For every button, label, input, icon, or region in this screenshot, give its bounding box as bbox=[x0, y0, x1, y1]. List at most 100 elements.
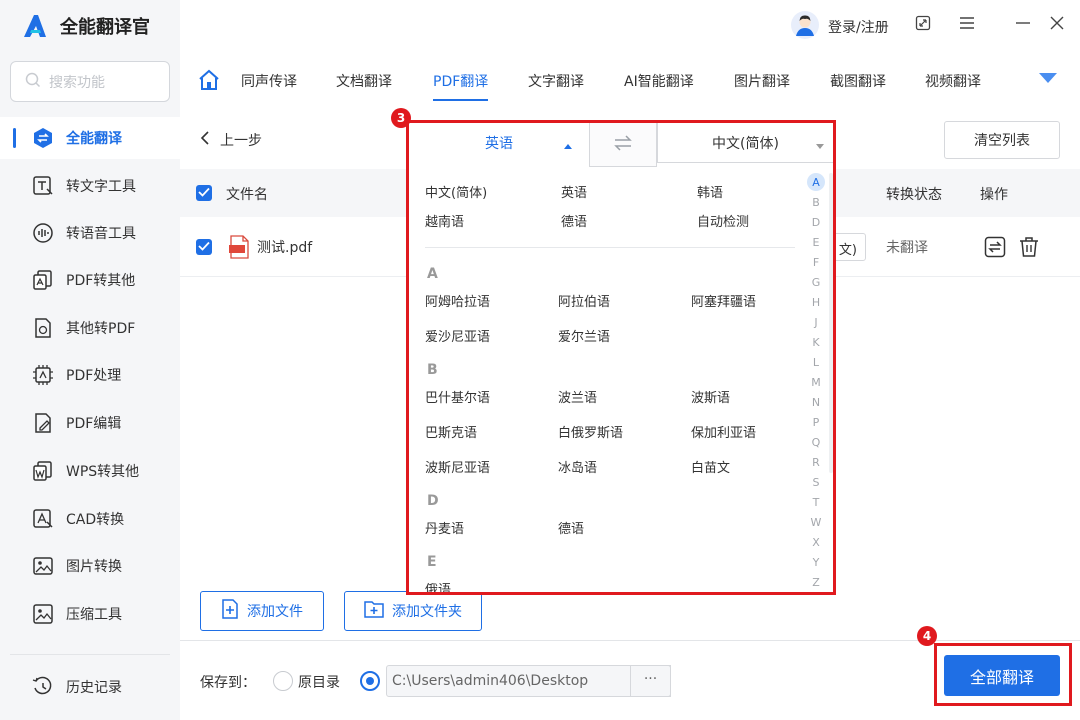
caret-up-icon bbox=[563, 138, 573, 154]
tab-image[interactable]: 图片翻译 bbox=[734, 71, 790, 91]
sidebar-item-history[interactable]: 历史记录 bbox=[0, 666, 180, 708]
swap-languages-button[interactable] bbox=[589, 123, 657, 167]
sidebar-item-text-tool[interactable]: 转文字工具 bbox=[0, 165, 180, 207]
row-convert-button[interactable] bbox=[984, 236, 1006, 262]
alphabet-letter[interactable]: M bbox=[807, 373, 825, 391]
tab-document[interactable]: 文档翻译 bbox=[336, 71, 392, 91]
language-option[interactable]: 俄语 bbox=[425, 579, 451, 592]
compress-icon bbox=[32, 603, 54, 625]
source-language-select[interactable]: 英语 bbox=[409, 123, 589, 163]
language-option[interactable]: 越南语 bbox=[425, 211, 464, 230]
alphabet-letter[interactable]: Q bbox=[807, 433, 825, 451]
language-option[interactable]: 阿拉伯语 bbox=[558, 291, 610, 310]
sidebar-item-translate[interactable]: 全能翻译 bbox=[0, 117, 180, 159]
language-option[interactable]: 阿塞拜疆语 bbox=[691, 291, 756, 310]
more-tabs-button[interactable] bbox=[1038, 72, 1058, 88]
row-delete-button[interactable] bbox=[1018, 236, 1040, 262]
language-option[interactable]: 波兰语 bbox=[558, 387, 597, 406]
select-all-checkbox[interactable] bbox=[196, 185, 212, 201]
sidebar-divider bbox=[10, 654, 170, 655]
sidebar-item-pdf-import[interactable]: 其他转PDF bbox=[0, 307, 180, 349]
tab-ai[interactable]: AI智能翻译 bbox=[624, 71, 694, 91]
search-input[interactable]: 搜索功能 bbox=[10, 61, 170, 102]
language-option[interactable]: 爱沙尼亚语 bbox=[425, 326, 490, 345]
sidebar-item-label: 其他转PDF bbox=[66, 321, 136, 337]
alphabet-letter[interactable]: L bbox=[807, 353, 825, 371]
app-logo: 全能翻译官 bbox=[20, 10, 150, 42]
dropdown-scrollbar[interactable] bbox=[829, 173, 833, 473]
add-folder-button[interactable]: 添加文件夹 bbox=[344, 591, 482, 631]
alphabet-letter[interactable]: D bbox=[807, 213, 825, 231]
check-icon bbox=[198, 185, 210, 201]
language-option[interactable]: 白俄罗斯语 bbox=[558, 422, 623, 441]
sidebar-item-label: 转语音工具 bbox=[66, 226, 136, 242]
home-tab[interactable] bbox=[198, 69, 220, 95]
alphabet-letter[interactable]: A bbox=[807, 173, 825, 191]
target-language-select[interactable]: 中文(简体) bbox=[657, 123, 833, 163]
menu-button[interactable] bbox=[956, 14, 978, 36]
language-option[interactable]: 爱尔兰语 bbox=[558, 326, 610, 345]
sidebar-item-wps[interactable]: WPS转其他 bbox=[0, 450, 180, 492]
sidebar-item-cad[interactable]: CAD转换 bbox=[0, 498, 180, 540]
alphabet-letter[interactable]: X bbox=[807, 533, 825, 551]
custom-dir-radio[interactable] bbox=[360, 671, 380, 691]
language-option[interactable]: 自动检测 bbox=[697, 211, 749, 230]
minimize-button[interactable] bbox=[1012, 14, 1034, 36]
tab-simultaneous[interactable]: 同声传译 bbox=[241, 71, 297, 91]
language-option[interactable]: 波斯语 bbox=[691, 387, 730, 406]
back-button[interactable]: 上一步 bbox=[200, 130, 262, 150]
sidebar-item-image[interactable]: 图片转换 bbox=[0, 545, 180, 587]
tab-text[interactable]: 文字翻译 bbox=[528, 71, 584, 91]
language-option[interactable]: 德语 bbox=[558, 518, 584, 537]
login-button[interactable]: 登录/注册 bbox=[790, 10, 889, 44]
browse-button[interactable]: ··· bbox=[630, 665, 671, 697]
sidebar-item-voice-tool[interactable]: 转语音工具 bbox=[0, 212, 180, 254]
tab-screenshot[interactable]: 截图翻译 bbox=[830, 71, 886, 91]
alphabet-letter[interactable]: G bbox=[807, 273, 825, 291]
language-option[interactable]: 巴什基尔语 bbox=[425, 387, 490, 406]
clear-list-button[interactable]: 清空列表 bbox=[944, 121, 1060, 159]
close-button[interactable] bbox=[1046, 14, 1068, 36]
row-checkbox[interactable] bbox=[196, 239, 212, 255]
language-option[interactable]: 中文(简体) bbox=[425, 182, 487, 201]
language-option[interactable]: 丹麦语 bbox=[425, 518, 464, 537]
language-option[interactable]: 英语 bbox=[561, 182, 587, 201]
tab-video[interactable]: 视频翻译 bbox=[925, 71, 981, 91]
language-option[interactable]: 白苗文 bbox=[691, 457, 730, 476]
sidebar-item-pdf-export[interactable]: PDF转其他 bbox=[0, 259, 180, 301]
alphabet-letter[interactable]: E bbox=[807, 233, 825, 251]
language-option[interactable]: 冰岛语 bbox=[558, 457, 597, 476]
sidebar-item-pdf-edit[interactable]: PDF编辑 bbox=[0, 402, 180, 444]
alphabet-letter[interactable]: J bbox=[807, 313, 825, 331]
alphabet-letter[interactable]: T bbox=[807, 493, 825, 511]
output-path-field[interactable]: C:\Users\admin406\Desktop bbox=[386, 665, 671, 697]
alphabet-letter[interactable]: Z bbox=[807, 573, 825, 591]
language-option[interactable]: 波斯尼亚语 bbox=[425, 457, 490, 476]
file-status: 未翻译 bbox=[886, 240, 928, 256]
alphabet-letter[interactable]: N bbox=[807, 393, 825, 411]
language-option[interactable]: 德语 bbox=[561, 211, 587, 230]
add-file-button[interactable]: 添加文件 bbox=[200, 591, 324, 631]
alphabet-letter[interactable]: Y bbox=[807, 553, 825, 571]
language-option[interactable]: 巴斯克语 bbox=[425, 422, 477, 441]
alphabet-letter[interactable]: H bbox=[807, 293, 825, 311]
tab-pdf[interactable]: PDF翻译 bbox=[433, 71, 489, 101]
shrink-button[interactable] bbox=[912, 14, 934, 36]
alphabet-letter[interactable]: S bbox=[807, 473, 825, 491]
alphabet-letter[interactable]: F bbox=[807, 253, 825, 271]
alphabet-letter[interactable]: B bbox=[807, 193, 825, 211]
app-title: 全能翻译官 bbox=[60, 17, 150, 38]
language-option[interactable]: 阿姆哈拉语 bbox=[425, 291, 490, 310]
language-option[interactable]: 韩语 bbox=[697, 182, 723, 201]
language-option[interactable]: 保加利亚语 bbox=[691, 422, 756, 441]
alphabet-letter[interactable]: W bbox=[807, 513, 825, 531]
alphabet-letter[interactable]: K bbox=[807, 333, 825, 351]
sidebar-item-label: PDF编辑 bbox=[66, 416, 122, 432]
app-logo-icon bbox=[20, 11, 50, 41]
sidebar-item-compress[interactable]: 压缩工具 bbox=[0, 593, 180, 635]
sidebar-item-pdf-process[interactable]: PDF处理 bbox=[0, 354, 180, 396]
alphabet-letter[interactable]: P bbox=[807, 413, 825, 431]
group-letter: A bbox=[427, 266, 438, 282]
original-dir-radio[interactable] bbox=[273, 671, 293, 691]
alphabet-letter[interactable]: R bbox=[807, 453, 825, 471]
